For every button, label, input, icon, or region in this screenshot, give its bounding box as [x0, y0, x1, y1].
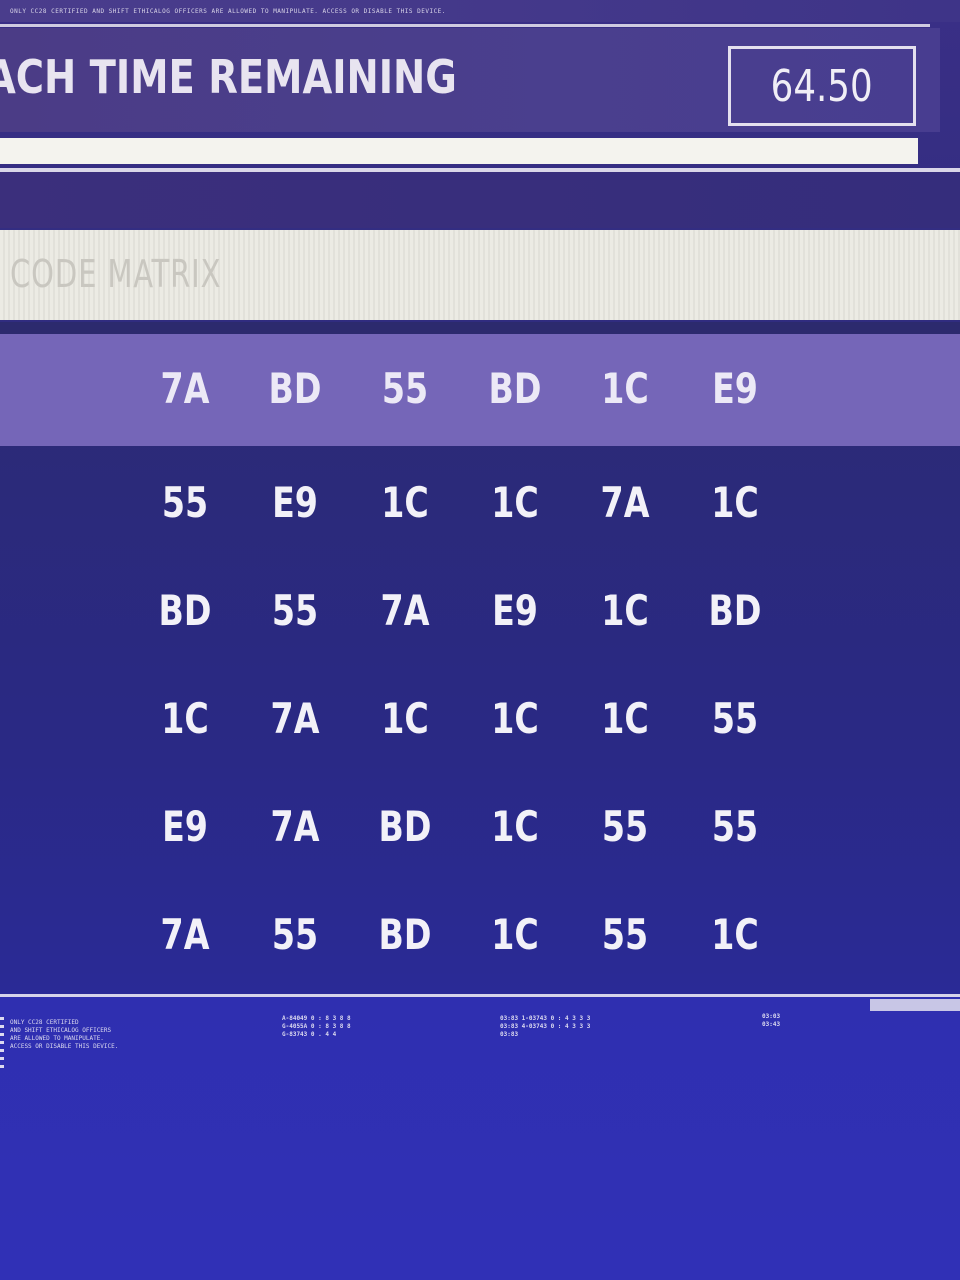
matrix-cell[interactable]: E9	[137, 802, 234, 851]
matrix-cell[interactable]: BD	[357, 802, 454, 851]
matrix-cell[interactable]: 7A	[357, 586, 454, 635]
footer-readout-2: 03:83 1-03743 0 : 4 3 3 3 03:83 4-03743 0…	[500, 1015, 591, 1038]
matrix-cell[interactable]: BD	[137, 586, 234, 635]
matrix-cell[interactable]: 55	[247, 910, 344, 959]
footer-readout-1: A-84049 0 : 8 3 8 8 G-4055A 0 : 8 3 8 8 G-…	[282, 1015, 351, 1038]
breach-time-title: ACH TIME REMAINING	[0, 50, 457, 104]
top-divider	[0, 24, 930, 27]
matrix-divider	[0, 322, 960, 334]
matrix-cell[interactable]: 1C	[577, 364, 674, 413]
code-matrix-title-bar: CODE MATRIX	[0, 230, 960, 320]
matrix-cell[interactable]: 7A	[577, 478, 674, 527]
top-info-strip: ONLY CC28 CERTIFIED AND SHIFT ETHICALOG …	[0, 0, 960, 22]
footer-disclaimer: ONLY CC28 CERTIFIED AND SHIFT ETHICALOG O…	[10, 1019, 119, 1050]
matrix-cell[interactable]: E9	[687, 364, 784, 413]
matrix-cell[interactable]: 1C	[357, 694, 454, 743]
matrix-row: 7A 55 BD 1C 55 1C	[130, 878, 810, 986]
matrix-row: 55 E9 1C 1C 7A 1C	[130, 446, 810, 554]
matrix-cell[interactable]: 1C	[577, 586, 674, 635]
matrix-cell[interactable]: E9	[467, 586, 564, 635]
breach-protocol-screen: ONLY CC28 CERTIFIED AND SHIFT ETHICALOG …	[0, 0, 960, 1280]
matrix-cell[interactable]: 55	[577, 802, 674, 851]
code-matrix-grid: 7A BD 55 BD 1C E9 55 E9 1C 1C 7A 1C BD 55 7A E9 1C BD 1C 7A…	[130, 334, 810, 986]
matrix-cell[interactable]: 55	[687, 802, 784, 851]
top-fine-print: ONLY CC28 CERTIFIED AND SHIFT ETHICALOG …	[10, 8, 446, 15]
matrix-cell[interactable]: BD	[687, 586, 784, 635]
matrix-cell[interactable]: 55	[687, 694, 784, 743]
footer-panel: ONLY CC28 CERTIFIED AND SHIFT ETHICALOG O…	[0, 997, 960, 1280]
matrix-cell[interactable]: 1C	[467, 694, 564, 743]
matrix-cell[interactable]: 1C	[687, 910, 784, 959]
matrix-row: 7A BD 55 BD 1C E9	[130, 334, 810, 446]
matrix-row: 1C 7A 1C 1C 1C 55	[130, 662, 810, 770]
matrix-cell[interactable]: 7A	[137, 910, 234, 959]
matrix-cell[interactable]: 7A	[137, 364, 234, 413]
matrix-cell[interactable]: 55	[137, 478, 234, 527]
code-matrix-title: CODE MATRIX	[10, 252, 222, 296]
footer-tick-marks	[0, 1017, 4, 1071]
matrix-cell[interactable]: 7A	[247, 802, 344, 851]
matrix-cell[interactable]: 1C	[357, 478, 454, 527]
time-progress-fill	[0, 138, 918, 164]
matrix-cell[interactable]: 55	[357, 364, 454, 413]
matrix-cell[interactable]: 1C	[687, 478, 784, 527]
time-progress-bar	[0, 138, 918, 164]
gap-band	[0, 172, 960, 228]
matrix-cell[interactable]: 1C	[467, 478, 564, 527]
matrix-cell[interactable]: 1C	[577, 694, 674, 743]
matrix-row: BD 55 7A E9 1C BD	[130, 554, 810, 662]
footer-status-strip	[870, 999, 960, 1011]
matrix-cell[interactable]: 1C	[467, 802, 564, 851]
matrix-cell[interactable]: 55	[247, 586, 344, 635]
matrix-cell[interactable]: E9	[247, 478, 344, 527]
matrix-cell[interactable]: BD	[357, 910, 454, 959]
matrix-cell[interactable]: 1C	[467, 910, 564, 959]
code-matrix: 7A BD 55 BD 1C E9 55 E9 1C 1C 7A 1C BD 55 7A E9 1C BD 1C 7A…	[0, 334, 960, 994]
matrix-cell[interactable]: 1C	[137, 694, 234, 743]
timer-value: 64.50	[771, 60, 873, 112]
matrix-row: E9 7A BD 1C 55 55	[130, 770, 810, 878]
timer-box: 64.50	[728, 46, 916, 126]
matrix-cell[interactable]: BD	[467, 364, 564, 413]
breach-timer-header: ACH TIME REMAINING 64.50	[0, 28, 940, 132]
matrix-cell[interactable]: 55	[577, 910, 674, 959]
matrix-cell[interactable]: BD	[247, 364, 344, 413]
footer-readout-3: 03:03 03:43	[762, 1013, 781, 1028]
matrix-cell[interactable]: 7A	[247, 694, 344, 743]
